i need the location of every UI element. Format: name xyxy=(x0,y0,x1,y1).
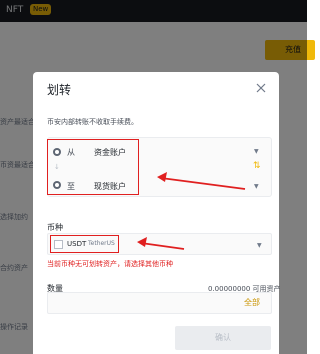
annotation-arrows xyxy=(137,172,246,250)
annotation-arrow-currency xyxy=(140,242,185,250)
annotation-arrow-accounts xyxy=(160,177,246,190)
annotation-arrowhead-accounts xyxy=(157,172,167,182)
annotation-arrowhead-currency xyxy=(137,237,147,247)
